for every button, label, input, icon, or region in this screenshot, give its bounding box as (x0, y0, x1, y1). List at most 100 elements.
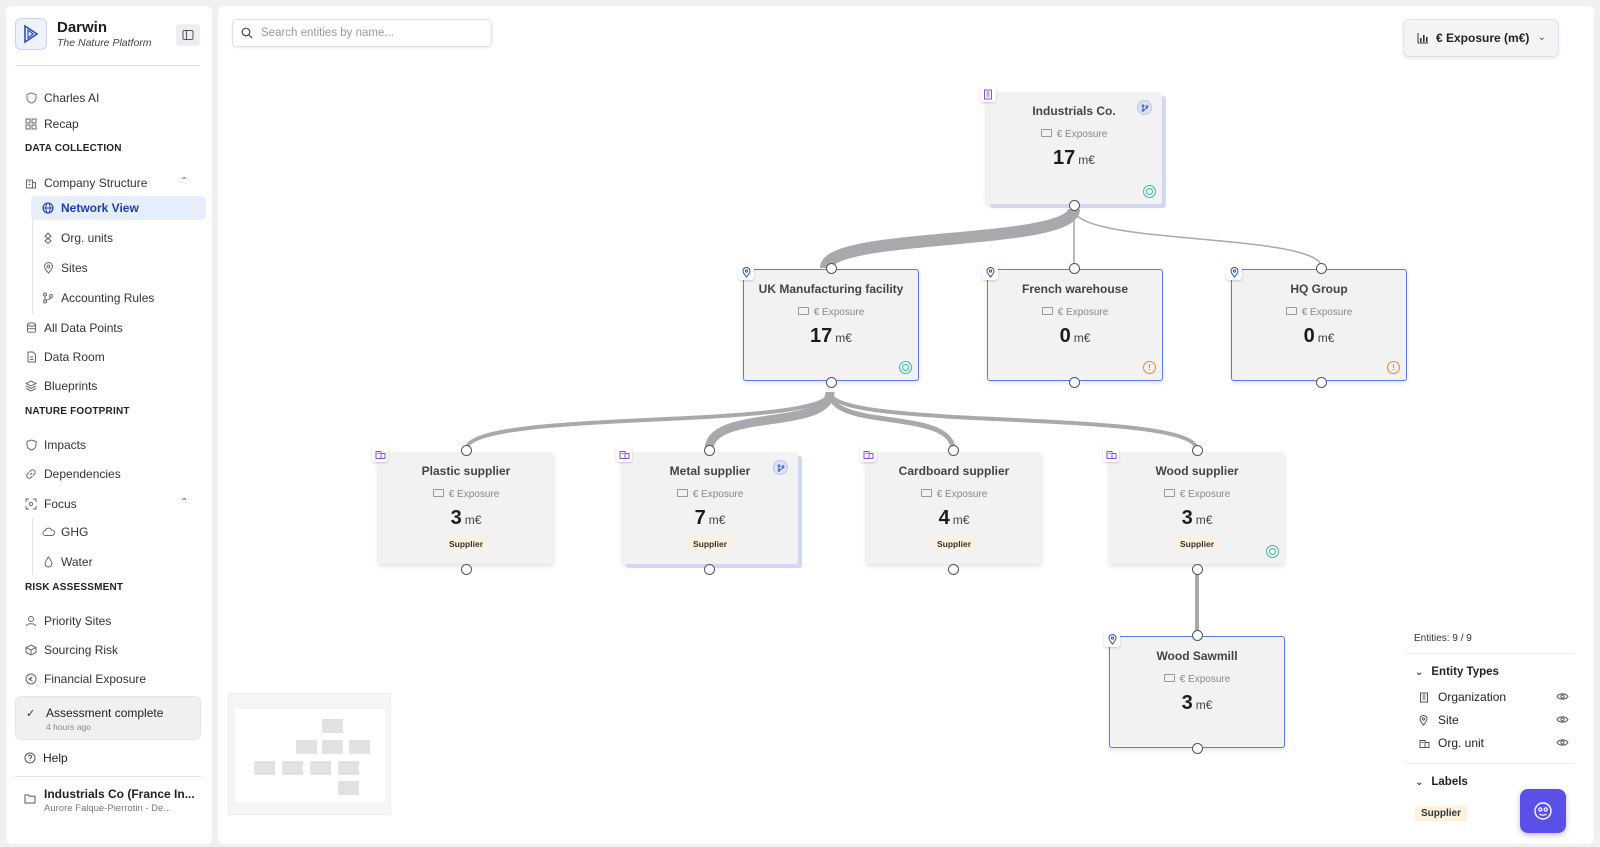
layers-icon (24, 379, 38, 393)
node-metric-label: € Exposure (1109, 489, 1285, 500)
assistant-button[interactable] (1520, 789, 1566, 833)
node-metric-label: € Exposure (1110, 674, 1284, 685)
money-icon (1163, 674, 1175, 683)
link-icon (24, 467, 38, 481)
brand-tagline: The Nature Platform (57, 37, 152, 49)
sidebar-item-focus[interactable]: Focus (24, 492, 77, 516)
node-handle-target[interactable] (826, 263, 837, 274)
labels-toggle[interactable]: ⌄ Labels (1415, 776, 1468, 788)
minimap-node (322, 719, 343, 733)
section-title-data-collection: DATA COLLECTION (25, 143, 122, 154)
metric-selector-dropdown[interactable]: € Exposure (m€) ⌄ (1403, 19, 1559, 57)
node-uk-manufacturing-facility[interactable]: UK Manufacturing facility € Exposure 17 m… (738, 264, 919, 381)
divider (1405, 653, 1575, 654)
file-icon (24, 350, 38, 364)
node-handle-target[interactable] (461, 445, 472, 456)
sidebar-toggle-icon (182, 30, 194, 40)
node-handle-target[interactable] (1192, 445, 1203, 456)
edge-layer (464, 206, 1323, 634)
supplier-tag: Supplier (1174, 538, 1220, 550)
organization-name: Industrials Co (France In... (44, 787, 195, 801)
sidebar-item-label: Dependencies (44, 467, 121, 481)
node-title: HQ Group (1290, 282, 1348, 296)
sidebar-item-impacts[interactable]: Impacts (24, 433, 86, 457)
node-french-warehouse[interactable]: French warehouse € Exposure 0 m€ ! (982, 264, 1163, 381)
sidebar-item-charles-ai[interactable]: Charles AI (24, 86, 99, 110)
node-handle-source[interactable] (1069, 377, 1080, 388)
assessment-status[interactable]: ✓ Assessment complete 4 hours ago (15, 696, 201, 740)
sidebar-item-network-view[interactable]: Network View (31, 196, 206, 220)
assistant-icon (1534, 802, 1552, 820)
sidebar-item-accounting-rules[interactable]: Accounting Rules (41, 286, 154, 310)
node-handle-target[interactable] (1192, 630, 1203, 641)
sidebar-item-company-structure[interactable]: Company Structure (24, 171, 147, 195)
sidebar-item-sourcing-risk[interactable]: Sourcing Risk (24, 638, 118, 662)
building-icon (1419, 692, 1433, 703)
sidebar-item-water[interactable]: Water (41, 550, 93, 574)
sidebar-item-blueprints[interactable]: Blueprints (24, 374, 97, 398)
node-metric-label: € Exposure (866, 489, 1042, 500)
node-handle-source[interactable] (948, 564, 959, 575)
entity-search[interactable] (232, 19, 492, 47)
node-cardboard-supplier[interactable]: Cardboard supplier € Exposure 4 m€ Suppli… (860, 446, 1042, 564)
sidebar-item-all-data-points[interactable]: All Data Points (24, 316, 123, 340)
node-handle-target[interactable] (948, 445, 959, 456)
node-handle-source[interactable] (1316, 377, 1327, 388)
chevron-up-icon[interactable]: ⌃ (180, 176, 188, 187)
node-metric-label: € Exposure (988, 307, 1162, 318)
eye-icon[interactable] (1556, 736, 1569, 750)
metric-selector-label: € Exposure (m€) (1436, 31, 1530, 45)
pin-icon (982, 264, 998, 280)
edge-industrials-uk (820, 206, 1080, 271)
sidebar-item-sites[interactable]: Sites (41, 256, 88, 280)
tree-line (32, 518, 33, 574)
node-metric-label: € Exposure (986, 129, 1162, 140)
node-handle-source[interactable] (1192, 743, 1203, 754)
node-handle-target[interactable] (1316, 263, 1327, 274)
label-supplier[interactable]: Supplier (1415, 806, 1468, 821)
status-warning-icon: ! (1143, 361, 1156, 374)
sidebar-item-financial-exposure[interactable]: Financial Exposure (24, 667, 146, 691)
chevron-up-icon[interactable]: ⌃ (180, 497, 188, 508)
node-handle-source[interactable] (461, 564, 472, 575)
node-value: 3 m€ (1181, 692, 1213, 714)
node-hq-group[interactable]: HQ Group € Exposure 0 m€ ! (1226, 264, 1407, 381)
user-name: Aurore Falque-Pierrotin - De... (44, 803, 172, 814)
supplier-tag: Supplier (443, 538, 489, 550)
node-handle-source[interactable] (704, 564, 715, 575)
node-metal-supplier[interactable]: Metal supplier € Exposure 7 m€ Supplier (616, 446, 798, 564)
minimap[interactable] (228, 693, 391, 815)
network-canvas[interactable]: Industrials Co. € Exposure 17 m€ UK Manuf… (218, 6, 1594, 844)
sidebar-item-label: Sourcing Risk (44, 643, 119, 657)
node-wood-sawmill[interactable]: Wood Sawmill € Exposure 3 m€ (1104, 631, 1285, 748)
sidebar-item-dependencies[interactable]: Dependencies (24, 462, 121, 486)
section-title-risk-assessment: RISK ASSESSMENT (25, 582, 124, 593)
node-wood-supplier[interactable]: Wood supplier € Exposure 3 m€ Supplier (1103, 446, 1285, 564)
node-handle-source[interactable] (1192, 564, 1203, 575)
help-link[interactable]: Help (24, 751, 68, 765)
legend-row-org-unit: Org. unit (1419, 736, 1569, 750)
collapse-sidebar-button[interactable] (176, 24, 200, 46)
sidebar-item-org-units[interactable]: Org. units (41, 226, 113, 250)
eye-icon[interactable] (1556, 690, 1569, 704)
node-handle-source[interactable] (826, 377, 837, 388)
node-handle-source[interactable] (1069, 200, 1080, 211)
node-industrials-co[interactable]: Industrials Co. € Exposure 17 m€ (980, 86, 1162, 204)
brand[interactable]: Darwin The Nature Platform (15, 18, 152, 50)
sidebar-item-recap[interactable]: Recap (24, 112, 79, 136)
divider (15, 776, 201, 777)
sidebar-item-priority-sites[interactable]: Priority Sites (24, 609, 111, 633)
org-unit-icon (616, 446, 632, 462)
search-input[interactable] (261, 24, 485, 42)
sidebar-item-ghg[interactable]: GHG (41, 520, 88, 544)
sidebar-item-label: Focus (44, 497, 77, 511)
minimap-node (322, 740, 343, 754)
eye-icon[interactable] (1556, 713, 1569, 727)
node-plastic-supplier[interactable]: Plastic supplier € Exposure 3 m€ Supplier (372, 446, 554, 564)
user-pin-icon (24, 614, 38, 628)
node-handle-target[interactable] (1069, 263, 1080, 274)
entity-types-toggle[interactable]: ⌄ Entity Types (1415, 666, 1499, 678)
sidebar-item-data-room[interactable]: Data Room (24, 345, 105, 369)
sidebar-item-label: GHG (61, 525, 89, 539)
node-handle-target[interactable] (704, 445, 715, 456)
